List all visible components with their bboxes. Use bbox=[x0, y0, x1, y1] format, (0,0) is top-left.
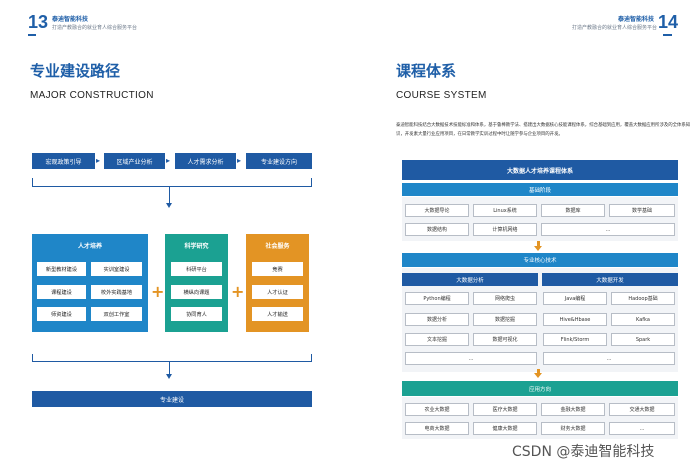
course-cell: 交通大数据 bbox=[609, 403, 675, 416]
development-header: 大数据开发 bbox=[542, 273, 678, 286]
page-title: 课程体系 bbox=[396, 62, 457, 80]
bracket-right bbox=[311, 354, 312, 362]
course-cell: 数据可视化 bbox=[473, 333, 537, 346]
group-title: 科学研究 bbox=[184, 242, 209, 250]
flow-step-4: 专业建设方向 bbox=[246, 153, 312, 169]
group-talent-training: 人才培养 新型教材建设 实训室建设 课程建设 校外实践基地 师资建设 双创工作室 bbox=[32, 234, 148, 332]
group-item: 课程建设 bbox=[37, 285, 86, 299]
group-item: 协同育人 bbox=[171, 307, 222, 321]
group-item: 竞赛 bbox=[252, 262, 303, 276]
course-cell: Hadoop基础 bbox=[611, 292, 675, 305]
page-number: 13 bbox=[28, 12, 49, 32]
arrow-right-icon: ▸ bbox=[166, 156, 171, 165]
course-cell: 大数据导论 bbox=[405, 204, 469, 217]
application-header: 应用方向 bbox=[402, 381, 678, 396]
course-cell: 金融大数据 bbox=[541, 403, 605, 416]
left-page: 13 泰迪智能科技 打造产教融合的就业育人综合服务平台 专业建设路径 MAJOR… bbox=[0, 0, 350, 471]
course-cell: ... bbox=[609, 422, 675, 435]
course-cell: 计算机网络 bbox=[473, 223, 537, 236]
course-cell: 健康大数据 bbox=[473, 422, 537, 435]
group-research: 科学研究 科研平台 横纵向课题 协同育人 bbox=[165, 234, 228, 332]
course-cell: 文本挖掘 bbox=[405, 333, 469, 346]
course-cell: 电商大数据 bbox=[405, 422, 469, 435]
course-cell: Kafka bbox=[611, 313, 675, 326]
course-cell: ... bbox=[541, 223, 675, 236]
course-cell: 数据分析 bbox=[405, 313, 469, 326]
page-number: 14 bbox=[658, 12, 679, 32]
analysis-header: 大数据分析 bbox=[402, 273, 538, 286]
plus-icon: + bbox=[151, 282, 165, 301]
group-item: 横纵向课题 bbox=[171, 285, 222, 299]
course-cell: Python编程 bbox=[405, 292, 469, 305]
flow-step-2: 区域产业分析 bbox=[104, 153, 165, 169]
group-social-service: 社会服务 竞赛 人才认证 人才输送 bbox=[246, 234, 309, 332]
brand-subtitle: 打造产教融合的就业育人综合服务平台 bbox=[572, 25, 658, 31]
header-rule bbox=[663, 34, 672, 36]
course-cell: 数据库 bbox=[541, 204, 605, 217]
course-cell: 数学基础 bbox=[609, 204, 675, 217]
course-cell: 财务大数据 bbox=[541, 422, 605, 435]
group-title: 人才培养 bbox=[77, 242, 102, 250]
major-construction-bar: 专业建设 bbox=[32, 391, 312, 407]
arrow-down-icon bbox=[534, 373, 542, 378]
core-tech-header: 专业核心技术 bbox=[402, 253, 678, 267]
group-item: 科研平台 bbox=[171, 262, 222, 276]
bracket-stem bbox=[169, 187, 170, 203]
bracket-left bbox=[32, 178, 33, 186]
bracket-line bbox=[32, 361, 312, 362]
flow-step-1: 宏观政策引导 bbox=[32, 153, 95, 169]
group-item: 实训室建设 bbox=[91, 262, 142, 276]
group-item: 校外实践基地 bbox=[91, 285, 142, 299]
course-cell: Java编程 bbox=[543, 292, 607, 305]
course-cell: 医疗大数据 bbox=[473, 403, 537, 416]
arrow-right-icon: ▸ bbox=[96, 156, 101, 165]
course-cell: 网络爬虫 bbox=[473, 292, 537, 305]
flow-step-3: 人才需求分析 bbox=[175, 153, 236, 169]
header-rule bbox=[28, 34, 36, 36]
brand-name: 泰迪智能科技 bbox=[52, 16, 89, 23]
course-cell: ... bbox=[543, 352, 675, 365]
group-item: 双创工作室 bbox=[91, 307, 142, 321]
plus-icon: + bbox=[231, 282, 245, 301]
right-page: 泰迪智能科技 打造产教融合的就业育人综合服务平台 14 课程体系 COURSE … bbox=[350, 0, 700, 471]
course-cell: ... bbox=[405, 352, 537, 365]
group-item: 师资建设 bbox=[37, 307, 86, 321]
watermark: CSDN @泰迪智能科技 bbox=[512, 444, 655, 460]
intro-paragraph: 泰迪智能科技结合大数据技术技能标准和体系，基于鲁棒教学法、搭建出大数据核心技能课… bbox=[396, 123, 691, 137]
page-subtitle: COURSE SYSTEM bbox=[396, 90, 487, 101]
brand-subtitle: 打造产教融合的就业育人综合服务平台 bbox=[52, 25, 138, 31]
arrow-down-icon bbox=[166, 374, 172, 379]
group-item: 人才输送 bbox=[252, 307, 303, 321]
group-item: 新型教材建设 bbox=[37, 262, 86, 276]
course-cell: 数据挖掘 bbox=[473, 313, 537, 326]
course-system-title: 大数据人才培养课程体系 bbox=[402, 160, 678, 180]
course-cell: Linux系统 bbox=[473, 204, 537, 217]
bracket-right bbox=[311, 178, 312, 186]
course-cell: 农业大数据 bbox=[405, 403, 469, 416]
page-title: 专业建设路径 bbox=[30, 62, 121, 80]
brand-name: 泰迪智能科技 bbox=[618, 16, 655, 23]
bracket-line bbox=[32, 186, 312, 187]
group-item: 人才认证 bbox=[252, 285, 303, 299]
course-cell: Hive&Hbase bbox=[543, 313, 607, 326]
group-title: 社会服务 bbox=[265, 242, 290, 250]
course-cell: Spark bbox=[611, 333, 675, 346]
arrow-down-icon bbox=[166, 203, 172, 208]
course-cell: Flink/Storm bbox=[543, 333, 607, 346]
basic-stage-header: 基础阶段 bbox=[402, 183, 678, 196]
arrow-right-icon: ▸ bbox=[237, 156, 242, 165]
page-subtitle: MAJOR CONSTRUCTION bbox=[30, 90, 154, 101]
course-cell: 数据结构 bbox=[405, 223, 469, 236]
arrow-down-icon bbox=[534, 246, 542, 251]
